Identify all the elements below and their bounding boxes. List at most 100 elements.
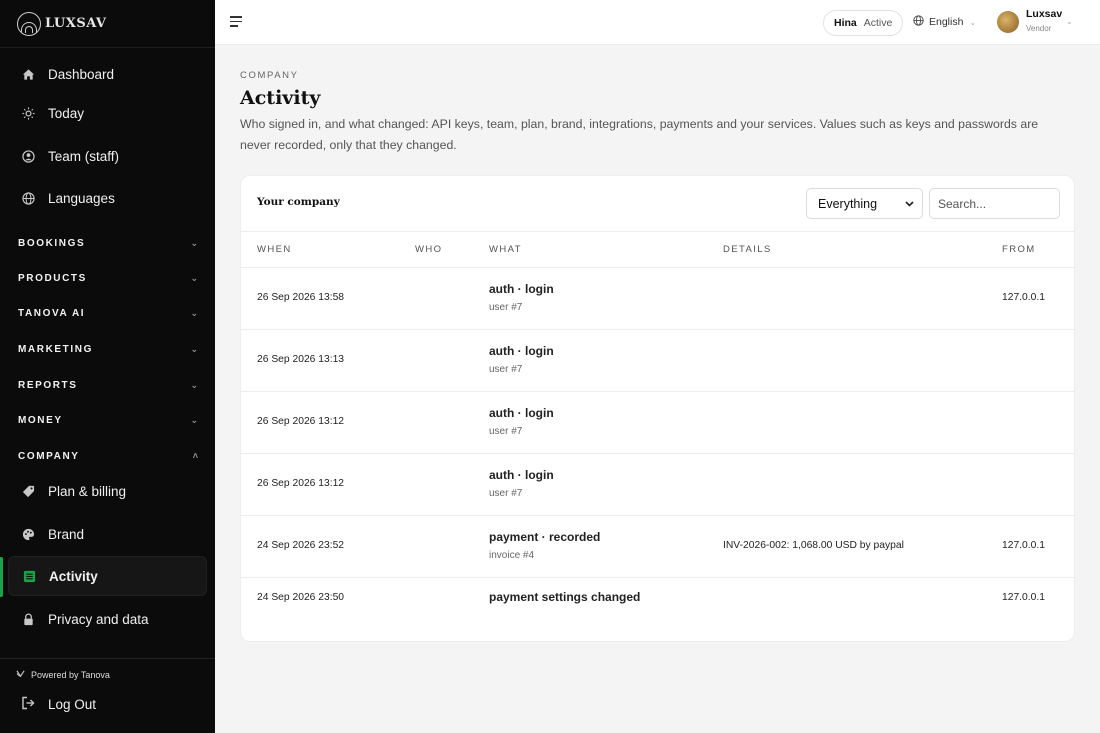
sidebar-item-plan-billing[interactable]: Plan & billing (8, 471, 207, 511)
sidebar-item-dashboard[interactable]: Dashboard (8, 54, 207, 94)
brand-name: LUXSAV (45, 16, 107, 31)
sidebar-item-team[interactable]: Team (staff) (8, 136, 207, 176)
avatar[interactable] (997, 11, 1019, 33)
page-description: Who signed in, and what changed: API key… (240, 117, 1039, 152)
sidebar-item-label: Privacy and data (48, 611, 149, 627)
language-selector[interactable]: English ⌄ (913, 15, 976, 29)
team-icon (21, 149, 35, 163)
sun-icon (21, 106, 35, 120)
user-role: Vendor (1026, 24, 1052, 33)
page-title: Activity (240, 87, 321, 109)
cell-when: 26 Sep 2026 13:12 (257, 478, 345, 489)
cell-from: 127.0.0.1 (1002, 592, 1045, 603)
status-state: Active (863, 17, 893, 29)
activity-filter-select[interactable]: Everything (806, 188, 923, 219)
cell-when: 26 Sep 2026 13:12 (257, 416, 345, 427)
section-label: TANOVA AI (18, 307, 86, 319)
cell-from: 127.0.0.1 (1002, 292, 1045, 303)
sidebar-item-label: Brand (48, 526, 85, 542)
section-label: REPORTS (18, 379, 78, 391)
section-label: MARKETING (18, 343, 93, 355)
table-row[interactable]: 26 Sep 2026 13:13 auth · login user #7 (241, 330, 1074, 392)
logout-label: Log Out (48, 697, 97, 712)
section-company[interactable]: COMPANY ˄ (18, 446, 198, 466)
section-label: PRODUCTS (18, 272, 87, 284)
sidebar-item-label: Dashboard (48, 66, 115, 82)
globe-icon (21, 191, 35, 205)
column-header-from[interactable]: FROM (1002, 244, 1036, 255)
section-bookings[interactable]: BOOKINGS ⌄ (18, 233, 198, 253)
cell-when: 24 Sep 2026 23:50 (257, 592, 345, 603)
topbar: Hina Active English ⌄ Luxsav Vendor ⌄ (215, 0, 1100, 45)
logout-button[interactable]: Log Out (21, 696, 96, 713)
tanova-icon (16, 669, 25, 680)
section-marketing[interactable]: MARKETING ⌄ (18, 339, 198, 359)
sidebar-item-today[interactable]: Today (8, 93, 207, 133)
cell-what-sub: user #7 (489, 302, 523, 313)
logout-icon (21, 696, 35, 713)
sidebar-item-activity[interactable]: Activity (8, 556, 207, 596)
sidebar-item-brand[interactable]: Brand (8, 514, 207, 554)
chevron-down-icon: ⌄ (190, 272, 198, 283)
menu-toggle-icon[interactable] (230, 16, 242, 27)
table-row[interactable]: 26 Sep 2026 13:12 auth · login user #7 (241, 392, 1074, 454)
chevron-up-icon: ˄ (192, 451, 198, 461)
sidebar-footer: Powered by Tanova Log Out (0, 658, 215, 733)
tag-icon (21, 484, 35, 498)
cell-what: auth · login (489, 468, 554, 482)
sidebar-item-privacy[interactable]: Privacy and data (8, 599, 207, 639)
sidebar-item-label: Team (staff) (48, 148, 120, 164)
section-label: COMPANY (18, 450, 80, 462)
table-row[interactable]: 24 Sep 2026 23:52 payment · recorded inv… (241, 516, 1074, 578)
search-input[interactable] (929, 188, 1060, 219)
section-label: MONEY (18, 414, 63, 426)
sidebar-item-languages[interactable]: Languages (8, 178, 207, 218)
cell-when: 26 Sep 2026 13:58 (257, 292, 345, 303)
sidebar: LUXSAV Dashboard Today Team (staff) Lang… (0, 0, 215, 733)
section-reports[interactable]: REPORTS ⌄ (18, 375, 198, 395)
column-header-who[interactable]: WHO (415, 244, 442, 255)
table-row[interactable]: 26 Sep 2026 13:12 auth · login user #7 (241, 454, 1074, 516)
sidebar-item-label: Today (48, 105, 85, 121)
chevron-down-icon: ⌄ (190, 414, 198, 425)
chevron-down-icon (905, 199, 914, 209)
column-header-details[interactable]: DETAILS (723, 244, 772, 255)
home-icon (21, 67, 35, 81)
user-name: Luxsav (1026, 8, 1063, 20)
sidebar-item-label: Activity (49, 568, 98, 584)
chevron-down-icon: ⌄ (190, 237, 198, 248)
user-menu[interactable]: Luxsav Vendor (1026, 8, 1062, 33)
cell-what: auth · login (489, 282, 554, 296)
section-products[interactable]: PRODUCTS ⌄ (18, 268, 198, 288)
cell-what-sub: invoice #4 (489, 550, 535, 561)
section-money[interactable]: MONEY ⌄ (18, 410, 198, 430)
palette-icon (21, 527, 35, 541)
section-tanova-ai[interactable]: TANOVA AI ⌄ (18, 303, 198, 323)
cell-what: payment · recorded (489, 530, 601, 544)
activity-card: Your company Everything WHEN WHO WHAT DE… (240, 175, 1075, 642)
table-row[interactable]: 24 Sep 2026 23:50 payment settings chang… (241, 578, 1074, 623)
chevron-down-icon[interactable]: ⌄ (1066, 17, 1073, 26)
language-label: English (929, 16, 964, 28)
cell-details: INV-2026-002: 1,068.00 USD by paypal (723, 540, 904, 551)
list-icon (22, 569, 36, 583)
breadcrumb: COMPANY (240, 70, 299, 81)
brand-logo[interactable]: LUXSAV (0, 0, 215, 48)
cell-what: payment settings changed (489, 590, 641, 604)
active-indicator (0, 557, 3, 597)
chevron-down-icon: ⌄ (190, 307, 198, 318)
table-header: WHEN WHO WHAT DETAILS FROM (241, 231, 1074, 268)
card-title: Your company (257, 196, 340, 208)
brand-mark-icon (17, 11, 41, 36)
staff-status-pill[interactable]: Hina Active (823, 10, 904, 36)
cell-from: 127.0.0.1 (1002, 540, 1045, 551)
powered-by[interactable]: Powered by Tanova (16, 669, 110, 680)
status-name: Hina (834, 17, 857, 29)
column-header-when[interactable]: WHEN (257, 244, 292, 255)
table-row[interactable]: 26 Sep 2026 13:58 auth · login user #7 1… (241, 268, 1074, 330)
column-header-what[interactable]: WHAT (489, 244, 522, 255)
powered-by-label: Powered by Tanova (31, 669, 110, 680)
chevron-down-icon: ⌄ (190, 379, 198, 390)
chevron-down-icon: ⌄ (969, 17, 977, 27)
sidebar-item-label: Languages (48, 190, 115, 206)
